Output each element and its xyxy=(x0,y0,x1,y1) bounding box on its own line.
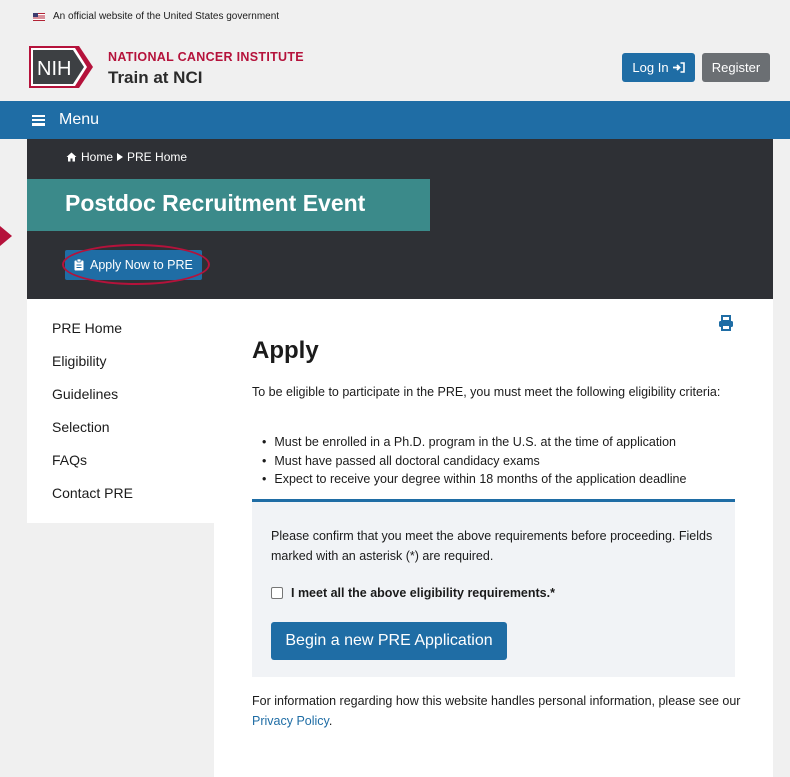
breadcrumb-current[interactable]: PRE Home xyxy=(127,150,187,164)
login-button[interactable]: Log In xyxy=(622,53,695,82)
begin-application-button[interactable]: Begin a new PRE Application xyxy=(271,622,507,660)
eligibility-checkbox-label[interactable]: I meet all the above eligibility require… xyxy=(291,586,555,600)
print-icon[interactable] xyxy=(719,315,733,331)
title-band: Postdoc Recruitment Event xyxy=(27,179,430,231)
clipboard-icon xyxy=(74,259,84,271)
section-title: Apply xyxy=(252,337,319,364)
sidebar-item-faqs[interactable]: FAQs xyxy=(27,451,214,484)
sidebar-nav: PRE Home Eligibility Guidelines Selectio… xyxy=(27,299,214,523)
register-button[interactable]: Register xyxy=(702,53,770,82)
caret-right-icon xyxy=(117,153,124,161)
menu-toggle[interactable]: Menu xyxy=(0,101,790,139)
sidebar-item-guidelines[interactable]: Guidelines xyxy=(27,385,214,418)
confirm-text: Please confirm that you meet the above r… xyxy=(271,529,713,563)
page-hero: Home PRE Home Postdoc Recruitment Event … xyxy=(27,139,773,299)
us-flag-icon xyxy=(33,12,45,21)
eligibility-checkbox-row[interactable]: I meet all the above eligibility require… xyxy=(271,586,555,600)
site-header: NIH NATIONAL CANCER INSTITUTE Train at N… xyxy=(0,33,790,101)
eligibility-intro: To be eligible to participate in the PRE… xyxy=(252,385,721,399)
home-icon xyxy=(66,152,77,162)
nih-logo-text: NIH xyxy=(37,58,71,80)
pointer-arrow-icon xyxy=(0,226,12,246)
gov-banner: An official website of the United States… xyxy=(0,0,790,33)
breadcrumb: Home PRE Home xyxy=(66,150,187,164)
criteria-item: Must be enrolled in a Ph.D. program in t… xyxy=(262,433,742,452)
sidebar-item-contact[interactable]: Contact PRE xyxy=(27,484,214,517)
page-title: Postdoc Recruitment Event xyxy=(65,190,366,216)
sidebar-item-eligibility[interactable]: Eligibility xyxy=(27,352,214,385)
breadcrumb-home[interactable]: Home xyxy=(81,150,113,164)
criteria-list: Must be enrolled in a Ph.D. program in t… xyxy=(262,433,742,489)
sign-in-icon xyxy=(672,62,685,73)
apply-now-label: Apply Now to PRE xyxy=(90,258,193,272)
confirm-panel: Please confirm that you meet the above r… xyxy=(252,499,735,677)
main-content: Apply To be eligible to participate in t… xyxy=(214,299,773,777)
privacy-notice: For information regarding how this websi… xyxy=(252,694,741,728)
nih-logo[interactable]: NIH xyxy=(27,44,97,90)
sidebar-item-pre-home[interactable]: PRE Home xyxy=(27,319,214,352)
org-name[interactable]: NATIONAL CANCER INSTITUTE xyxy=(108,50,304,64)
login-label: Log In xyxy=(632,60,669,75)
site-title[interactable]: Train at NCI xyxy=(108,68,202,88)
eligibility-checkbox[interactable] xyxy=(271,587,283,599)
sidebar-item-selection[interactable]: Selection xyxy=(27,418,214,451)
privacy-policy-link[interactable]: Privacy Policy xyxy=(252,714,329,728)
criteria-item: Must have passed all doctoral candidacy … xyxy=(262,452,742,471)
gov-banner-text: An official website of the United States… xyxy=(53,11,280,22)
criteria-item: Expect to receive your degree within 18 … xyxy=(262,470,742,489)
menu-label: Menu xyxy=(59,111,100,128)
hamburger-icon xyxy=(32,114,45,126)
apply-now-button[interactable]: Apply Now to PRE xyxy=(65,250,202,280)
